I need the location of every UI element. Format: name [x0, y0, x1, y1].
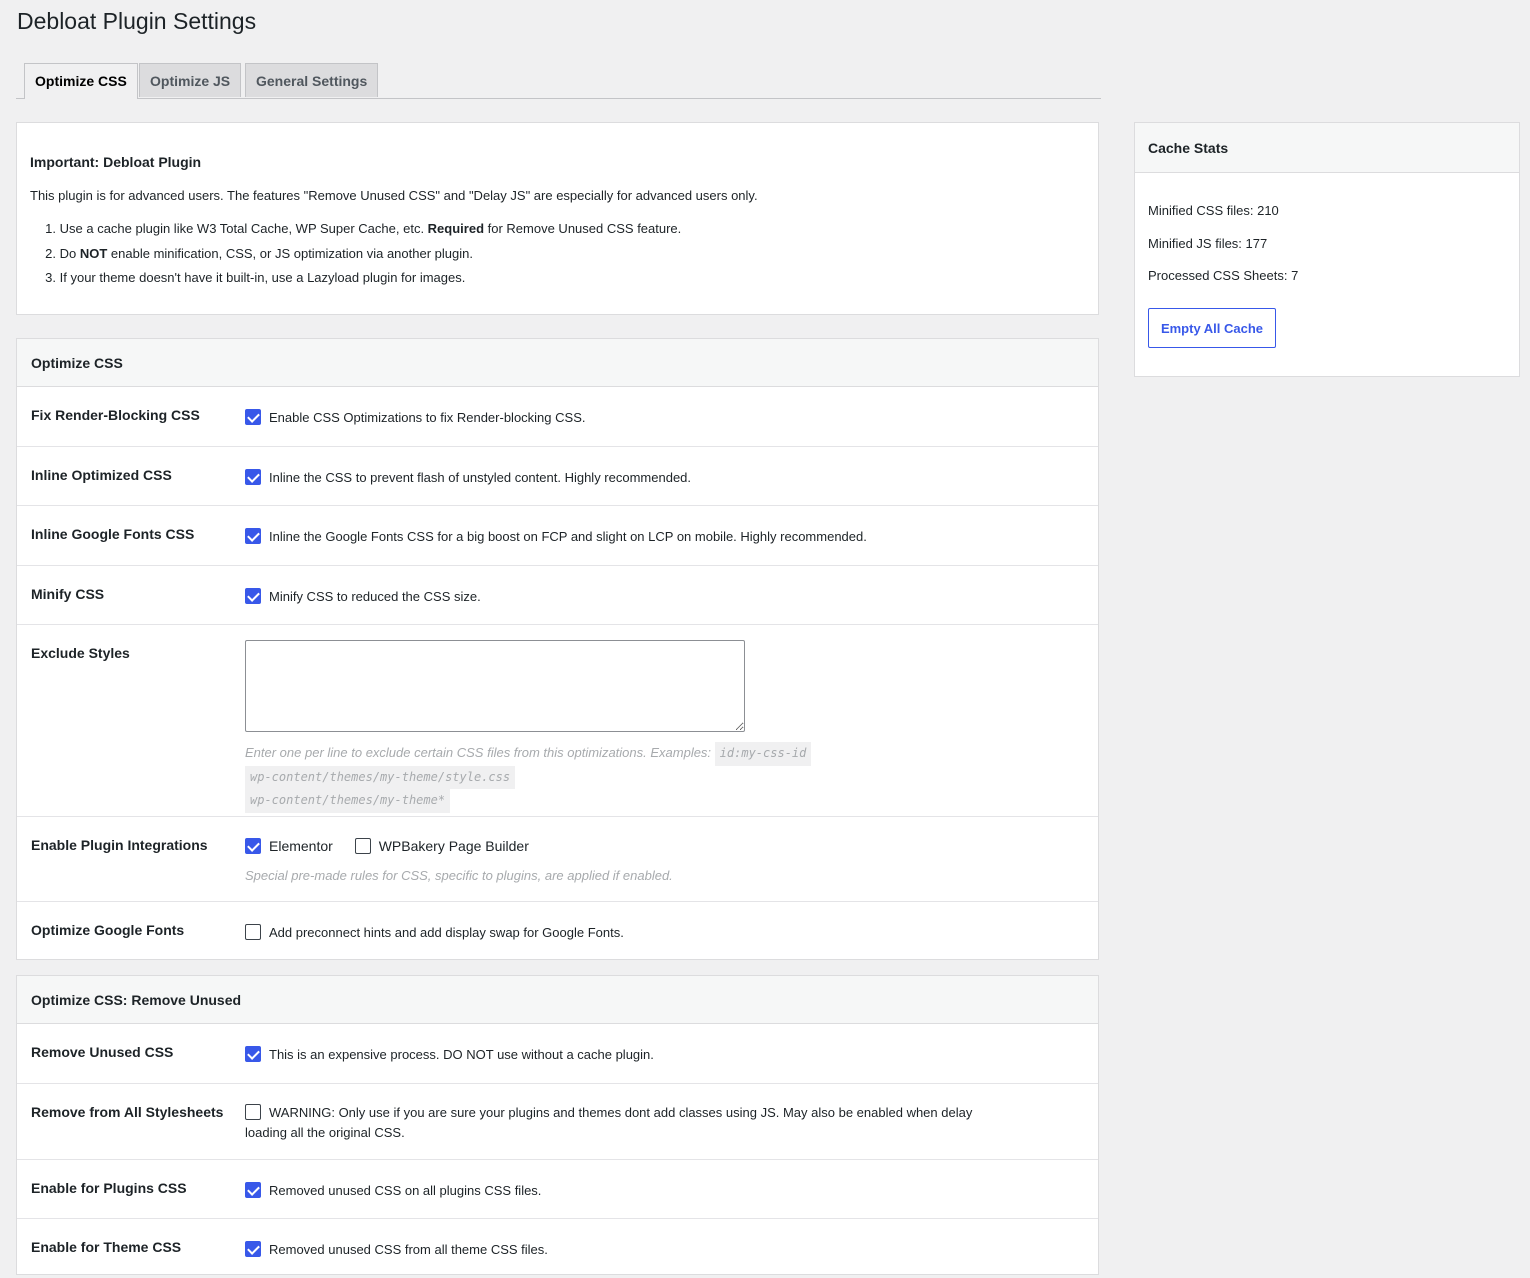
notice-item: 1. Use a cache plugin like W3 Total Cach… [30, 220, 681, 245]
important-notice: Important: Debloat Plugin This plugin is… [16, 122, 1099, 315]
setting-row-remove-all-stylesheets: Remove from All Stylesheets WARNING: Onl… [17, 1084, 1098, 1160]
setting-description: Inline the CSS to prevent flash of unsty… [269, 470, 692, 485]
inline-google-fonts-checkbox[interactable] [245, 528, 261, 544]
processed-css-count: Processed CSS Sheets: 7 [1148, 268, 1299, 283]
fix-render-blocking-checkbox[interactable] [245, 409, 261, 425]
notice-item-text: Do [59, 245, 80, 261]
setting-description: Inline the Google Fonts CSS for a big bo… [269, 529, 867, 544]
notice-item-text: If your theme doesn't have it built-in, … [59, 270, 466, 285]
notice-text: This plugin is for advanced users. The f… [30, 188, 758, 203]
notice-title: Important: Debloat Plugin [30, 154, 202, 170]
inline-optimized-checkbox[interactable] [245, 469, 261, 485]
setting-label: Remove Unused CSS [31, 1044, 174, 1060]
section-heading: Optimize CSS: Remove Unused [17, 976, 1098, 1024]
elementor-checkbox[interactable] [245, 838, 261, 854]
setting-field: Inline the CSS to prevent flash of unsty… [245, 469, 691, 485]
notice-item-text: for Remove Unused CSS feature. [484, 221, 682, 236]
setting-row-remove-unused-css: Remove Unused CSS This is an expensive p… [17, 1024, 1098, 1084]
setting-label: Inline Google Fonts CSS [31, 526, 195, 542]
page-title: Debloat Plugin Settings [17, 8, 257, 34]
setting-row-minify-css: Minify CSS Minify CSS to reduced the CSS… [17, 566, 1098, 625]
setting-description: Add preconnect hints and add display swa… [269, 925, 624, 940]
setting-row-plugins-css: Enable for Plugins CSS Removed unused CS… [17, 1160, 1098, 1219]
tab-optimize-css[interactable]: Optimize CSS [24, 63, 138, 99]
minified-css-count: Minified CSS files: 210 [1148, 203, 1279, 218]
notice-item-number: 1. [45, 221, 56, 236]
remove-unused-css-checkbox[interactable] [245, 1046, 261, 1062]
setting-label: Remove from All Stylesheets [31, 1104, 224, 1120]
exclude-styles-help: Enter one per line to exclude certain CS… [245, 742, 845, 813]
setting-description: Minify CSS to reduced the CSS size. [269, 589, 481, 604]
example-code: wp-content/themes/my-theme/style.css [245, 765, 516, 789]
notice-item-bold: NOT [79, 245, 108, 261]
setting-field: Removed unused CSS on all plugins CSS fi… [245, 1182, 541, 1198]
example-code: id:my-css-id [714, 742, 812, 766]
setting-field: Minify CSS to reduced the CSS size. [245, 588, 481, 604]
setting-field: Add preconnect hints and add display swa… [245, 924, 624, 940]
setting-field: Elementor WPBakery Page Builder [245, 838, 529, 854]
setting-label: Inline Optimized CSS [31, 467, 172, 483]
empty-all-cache-button[interactable]: Empty All Cache [1148, 308, 1276, 348]
setting-row-exclude-styles: Exclude Styles Enter one per line to exc… [17, 625, 1098, 817]
setting-description: This is an expensive process. DO NOT use… [269, 1047, 654, 1062]
setting-help-text: Special pre-made rules for CSS, specific… [245, 868, 673, 883]
wpbakery-checkbox[interactable] [354, 838, 371, 854]
setting-field: This is an expensive process. DO NOT use… [245, 1046, 654, 1062]
cache-stats-title: Cache Stats [1135, 123, 1519, 173]
plugins-css-checkbox[interactable] [245, 1182, 261, 1198]
setting-label: Enable for Theme CSS [31, 1239, 182, 1255]
setting-row-inline-google-fonts: Inline Google Fonts CSS Inline the Googl… [17, 506, 1098, 566]
exclude-styles-textarea[interactable] [245, 640, 745, 732]
setting-row-theme-css: Enable for Theme CSS Removed unused CSS … [17, 1219, 1098, 1278]
tab-general-settings[interactable]: General Settings [245, 63, 379, 97]
minify-css-checkbox[interactable] [245, 588, 261, 604]
notice-item: 2. Do NOT enable minification, CSS, or J… [30, 245, 681, 270]
setting-label: Exclude Styles [31, 645, 130, 661]
setting-field: WARNING: Only use if you are sure your p… [245, 1103, 975, 1143]
settings-tabs: Optimize CSS Optimize JS General Setting… [16, 63, 1101, 99]
setting-description: Removed unused CSS from all theme CSS fi… [269, 1242, 548, 1257]
elementor-label: Elementor [269, 838, 333, 854]
optimize-css-section: Optimize CSS Fix Render-Blocking CSS Ena… [16, 338, 1099, 960]
notice-item-number: 2. [45, 245, 56, 261]
notice-item-text: Use a cache plugin like W3 Total Cache, … [59, 221, 428, 236]
example-code: wp-content/themes/my-theme* [245, 789, 451, 813]
tab-optimize-js[interactable]: Optimize JS [139, 63, 242, 97]
notice-item-number: 3. [45, 270, 56, 285]
setting-help-text: Enter one per line to exclude certain CS… [245, 745, 715, 760]
setting-row-plugin-integrations: Enable Plugin Integrations Elementor WPB… [17, 817, 1098, 902]
setting-description: WARNING: Only use if you are sure your p… [245, 1105, 973, 1140]
wpbakery-label: WPBakery Page Builder [378, 838, 529, 854]
setting-label: Optimize Google Fonts [31, 922, 185, 938]
setting-field: Enable CSS Optimizations to fix Render-b… [245, 409, 585, 425]
setting-label: Enable Plugin Integrations [31, 837, 208, 853]
setting-label: Fix Render-Blocking CSS [31, 407, 200, 423]
setting-field: Inline the Google Fonts CSS for a big bo… [245, 528, 867, 544]
notice-item-bold: Required [427, 221, 485, 236]
remove-unused-section: Optimize CSS: Remove Unused Remove Unuse… [16, 975, 1099, 1275]
section-heading: Optimize CSS [17, 339, 1098, 387]
minified-js-count: Minified JS files: 177 [1148, 236, 1268, 251]
setting-label: Minify CSS [31, 586, 105, 602]
theme-css-checkbox[interactable] [245, 1241, 261, 1257]
notice-item-text: enable minification, CSS, or JS optimiza… [107, 245, 473, 261]
setting-field: Removed unused CSS from all theme CSS fi… [245, 1241, 548, 1257]
notice-list: 1. Use a cache plugin like W3 Total Cach… [30, 220, 681, 294]
setting-description: Enable CSS Optimizations to fix Render-b… [269, 410, 586, 425]
notice-item: 3. If your theme doesn't have it built-i… [30, 269, 681, 294]
setting-description: Removed unused CSS on all plugins CSS fi… [269, 1183, 542, 1198]
setting-row-optimize-google-fonts: Optimize Google Fonts Add preconnect hin… [17, 902, 1098, 960]
setting-row-fix-render-blocking: Fix Render-Blocking CSS Enable CSS Optim… [17, 387, 1098, 447]
setting-row-inline-optimized: Inline Optimized CSS Inline the CSS to p… [17, 447, 1098, 506]
remove-all-stylesheets-checkbox[interactable] [245, 1104, 261, 1120]
cache-stats-panel: Cache Stats Minified CSS files: 210 Mini… [1134, 122, 1520, 377]
optimize-google-fonts-checkbox[interactable] [245, 924, 261, 940]
setting-label: Enable for Plugins CSS [31, 1180, 187, 1196]
